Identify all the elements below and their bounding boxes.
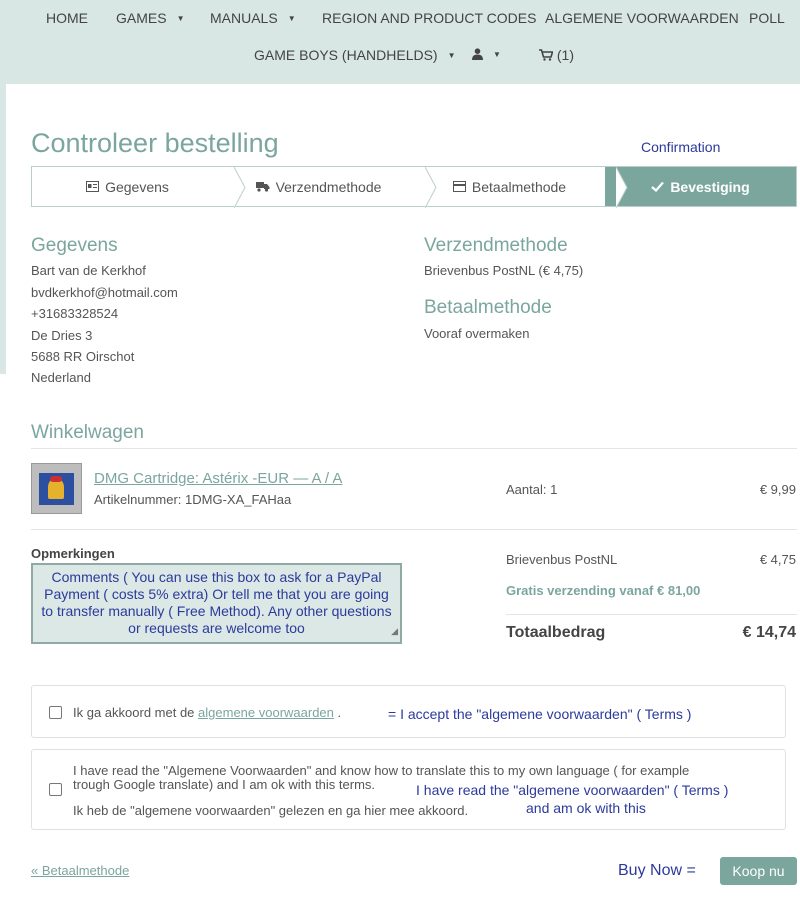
chevron-down-icon: ▼ — [447, 51, 456, 60]
remarks-text: Comments ( You can use this box to ask f… — [41, 569, 392, 636]
total-value: € 14,74 — [742, 624, 796, 641]
asterix-helmet — [50, 476, 62, 482]
nav-region-codes[interactable]: REGION AND PRODUCT CODES — [322, 10, 536, 26]
free-shipping-note: Gratis verzending vanaf € 81,00 — [506, 583, 701, 598]
back-to-payment-link[interactable]: « Betaalmethode — [31, 863, 129, 878]
read-terms-english-2: trough Google translate) and I am ok wit… — [73, 777, 376, 792]
product-link[interactable]: DMG Cartridge: Astérix -EUR — A / A — [94, 470, 342, 487]
product-thumbnail — [31, 463, 82, 514]
checkout-steps: Gegevens Verzendmethode Betaalmethode Be… — [31, 166, 797, 208]
read-terms-checkbox[interactable] — [49, 783, 62, 796]
step-label: Gegevens — [105, 178, 169, 195]
divider — [31, 529, 797, 530]
customer-city: 5688 RR Oirschot — [31, 349, 135, 364]
resize-handle-icon[interactable]: ◢ — [391, 623, 398, 640]
customer-phone: +31683328524 — [31, 306, 119, 321]
read-terms-annotation-2: and am ok with this — [526, 800, 646, 816]
nav-cart[interactable]: (1) — [539, 47, 574, 63]
read-terms-english-1: I have read the "Algemene Voorwaarden" a… — [73, 763, 690, 778]
buy-now-button[interactable]: Koop nu — [720, 857, 797, 885]
divider — [506, 614, 797, 615]
total-label: Totaalbedrag — [506, 624, 606, 641]
step-label: Verzendmethode — [275, 178, 382, 195]
step-label: Betaalmethode — [471, 178, 567, 195]
step-verzendmethode[interactable]: Verzendmethode — [223, 167, 437, 208]
terms-link[interactable]: algemene voorwaarden — [198, 705, 334, 720]
cart-count: (1) — [556, 47, 575, 63]
remarks-textarea[interactable]: Comments ( You can use this box to ask f… — [31, 563, 402, 644]
step-gegevens[interactable]: Gegevens — [32, 167, 246, 208]
item-price: € 9,99 — [759, 482, 796, 497]
verzendmethode-title: Verzendmethode — [424, 235, 568, 256]
terms-box: Ik ga akkoord met de algemene voorwaarde… — [31, 685, 786, 738]
gegevens-title: Gegevens — [31, 235, 118, 256]
payment-method: Vooraf overmaken — [424, 326, 530, 341]
article-number: Artikelnummer: 1DMG-XA_FAHaa — [94, 492, 292, 507]
shipping-price: € 4,75 — [759, 552, 796, 567]
id-card-icon — [86, 181, 100, 192]
shipping-method: Brievenbus PostNL (€ 4,75) — [424, 263, 584, 278]
nav-manuals[interactable]: MANUALS ▼ — [210, 10, 296, 26]
shipping-label: Brievenbus PostNL — [506, 552, 618, 567]
divider — [31, 448, 797, 449]
customer-email: bvdkerkhof@hotmail.com — [31, 285, 178, 300]
chevron-down-icon: ▼ — [176, 14, 185, 23]
nav-games[interactable]: GAMES ▼ — [116, 10, 185, 26]
cart-title: Winkelwagen — [31, 422, 144, 443]
asterix-figure — [48, 479, 64, 499]
step-label: Bevestiging — [670, 178, 750, 195]
quantity: Aantal: 1 — [506, 482, 558, 497]
customer-street: De Dries 3 — [31, 328, 93, 343]
terms-prefix: Ik ga akkoord met de — [73, 705, 195, 720]
customer-name: Bart van de Kerkhof — [31, 263, 146, 278]
step-bevestiging[interactable]: Bevestiging — [605, 167, 796, 206]
nav-gameboys[interactable]: GAME BOYS (HANDHELDS) ▼ — [254, 47, 456, 63]
betaalmethode-title: Betaalmethode — [424, 297, 552, 318]
buy-now-annotation: Buy Now = — [618, 862, 696, 879]
cart-icon — [539, 49, 554, 61]
nav-poll[interactable]: POLL — [749, 10, 785, 26]
truck-icon — [255, 182, 270, 192]
terms-checkbox[interactable] — [49, 706, 62, 719]
nav-home[interactable]: HOME — [46, 10, 88, 26]
terms-annotation: = I accept the "algemene voorwaarden" ( … — [388, 706, 692, 722]
read-terms-dutch: Ik heb de "algemene voorwaarden" gelezen… — [73, 803, 469, 818]
read-terms-box: I have read the "Algemene Voorwaarden" a… — [31, 749, 786, 830]
page-title: Controleer bestelling — [31, 128, 279, 158]
terms-suffix: . — [337, 705, 342, 720]
nav-account[interactable]: ▼ — [472, 46, 501, 62]
chevron-down-icon: ▼ — [287, 14, 296, 23]
nav-gameboys-label: GAME BOYS (HANDHELDS) — [254, 47, 438, 63]
nav-terms[interactable]: ALGEMENE VOORWAARDEN — [545, 10, 739, 26]
side-strip — [0, 84, 6, 374]
step-betaalmethode[interactable]: Betaalmethode — [414, 167, 628, 208]
nav-manuals-label: MANUALS — [210, 10, 278, 26]
credit-card-icon — [452, 181, 466, 192]
terms-text: Ik ga akkoord met de algemene voorwaarde… — [73, 705, 341, 720]
read-terms-annotation-1: I have read the "algemene voorwaarden" (… — [416, 782, 729, 798]
remarks-label: Opmerkingen — [31, 546, 115, 561]
chevron-down-icon: ▼ — [493, 50, 501, 59]
top-navigation: HOME GAMES ▼ MANUALS ▼ REGION AND PRODUCT … — [0, 0, 800, 84]
confirmation-annotation: Confirmation — [641, 139, 721, 155]
user-icon — [472, 48, 483, 60]
nav-games-label: GAMES — [116, 10, 167, 26]
customer-country: Nederland — [31, 370, 91, 385]
checkmark-icon — [651, 181, 665, 192]
